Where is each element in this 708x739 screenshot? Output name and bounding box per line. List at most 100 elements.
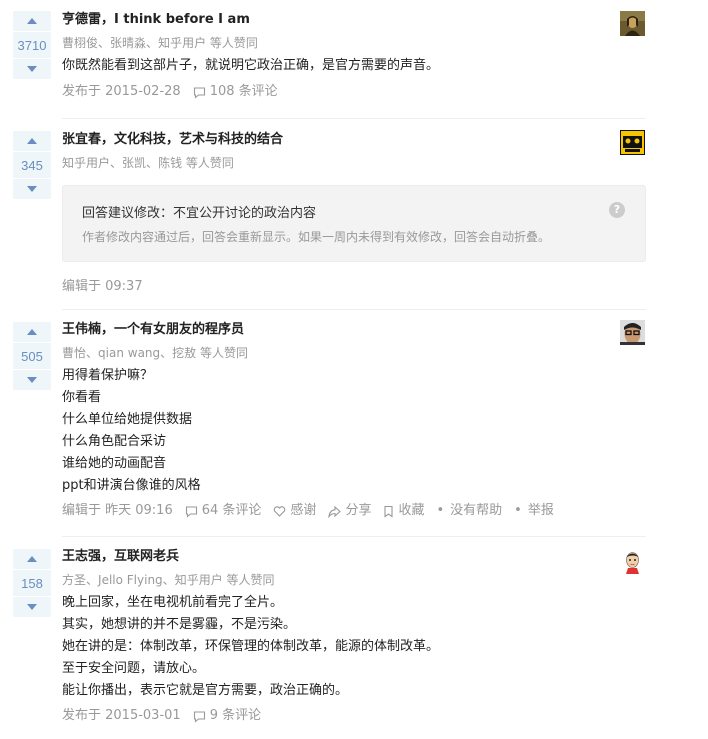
answer-divider bbox=[62, 118, 646, 119]
answer-body: 亨德雷，I think before I am 曹栩俊、张晴淼、知乎用户 等人赞… bbox=[62, 10, 646, 102]
answer-content: 晚上回家，坐在电视机前看完了全片。 其实，她想讲的并不是雾霾，不是污染。 她在讲… bbox=[62, 592, 646, 702]
voters-suffix[interactable]: 等人赞同 bbox=[200, 346, 248, 360]
mona-lisa-avatar[interactable] bbox=[620, 11, 645, 36]
author-name[interactable]: 亨德雷，I think before I am bbox=[62, 10, 646, 30]
voter-link[interactable]: 知乎用户 bbox=[158, 36, 206, 50]
down-arrow-icon bbox=[27, 604, 37, 610]
answer-content: 你既然能看到这部片子，就说明它政治正确，是官方需要的声音。 bbox=[62, 55, 646, 77]
answer-meta: 发布于 2015-03-01 9 条评论 bbox=[62, 706, 646, 726]
voter-link[interactable]: 曹怡 bbox=[62, 346, 86, 360]
glasses-man-avatar[interactable] bbox=[620, 320, 645, 345]
voters-line: 曹怡、qian wang、挖敖 等人赞同 bbox=[62, 346, 249, 360]
answer-date[interactable]: 发布于 2015-02-28 bbox=[62, 82, 181, 102]
help-icon[interactable]: ? bbox=[609, 202, 625, 218]
up-arrow-icon bbox=[27, 556, 37, 562]
answer-date[interactable]: 编辑于 昨天 09:16 bbox=[62, 501, 173, 521]
voter-link[interactable]: 张晴淼 bbox=[110, 36, 146, 50]
bookmark-icon bbox=[384, 505, 394, 518]
content-line: 你既然能看到这部片子，就说明它政治正确，是官方需要的声音。 bbox=[62, 58, 440, 73]
downvote-button[interactable] bbox=[13, 59, 51, 79]
content-line: 谁给她的动画配音 bbox=[62, 456, 167, 471]
upvote-button[interactable] bbox=[13, 549, 51, 569]
answer-divider bbox=[62, 536, 646, 537]
voter-link[interactable]: 方圣 bbox=[62, 573, 86, 587]
up-arrow-icon bbox=[27, 329, 37, 335]
vote-box: 345 bbox=[13, 131, 51, 199]
unhelpful-button[interactable]: • 没有帮助 bbox=[436, 501, 502, 521]
notice-description: 作者修改内容通过后，回答会重新显示。如果一周内未得到有效修改，回答会自动折叠。 bbox=[82, 230, 551, 244]
vote-box: 158 bbox=[13, 549, 51, 617]
down-arrow-icon bbox=[27, 66, 37, 72]
voter-link[interactable]: Jello Flying bbox=[98, 573, 163, 587]
vote-box: 505 bbox=[13, 322, 51, 390]
upvote-button[interactable] bbox=[13, 131, 51, 151]
comments-count: 64 条评论 bbox=[201, 503, 262, 518]
comments-button[interactable]: 9 条评论 bbox=[193, 706, 261, 726]
report-label: 举报 bbox=[527, 503, 554, 518]
author-name[interactable]: 王志强，互联网老兵 bbox=[62, 547, 646, 567]
voter-link[interactable]: 知乎用户 bbox=[62, 156, 110, 170]
content-line: 至于安全问题，请放心。 bbox=[62, 661, 206, 676]
author-name[interactable]: 张宜春，文化科技，艺术与科技的结合 bbox=[62, 130, 646, 150]
collect-label: 收藏 bbox=[398, 503, 425, 518]
answer-body: 王志强，互联网老兵 方圣、Jello Flying、知乎用户 等人赞同 晚上回家… bbox=[62, 547, 646, 726]
voter-link[interactable]: 挖敖 bbox=[172, 346, 196, 360]
upvote-button[interactable] bbox=[13, 11, 51, 31]
up-arrow-icon bbox=[27, 138, 37, 144]
voter-link[interactable]: 知乎用户 bbox=[175, 573, 223, 587]
voter-link[interactable]: qian wang bbox=[98, 346, 160, 360]
voter-link[interactable]: 张凯 bbox=[122, 156, 146, 170]
logo-avatar[interactable] bbox=[620, 130, 645, 155]
comments-count: 108 条评论 bbox=[209, 84, 278, 99]
voter-link[interactable]: 曹栩俊 bbox=[62, 36, 98, 50]
author-name[interactable]: 王伟楠，一个有女朋友的程序员 bbox=[62, 320, 646, 340]
report-button[interactable]: • 举报 bbox=[514, 501, 554, 521]
vote-box: 3710 bbox=[13, 11, 51, 79]
comments-button[interactable]: 108 条评论 bbox=[193, 82, 278, 102]
answer-meta: 发布于 2015-02-28 108 条评论 bbox=[62, 82, 646, 102]
voters-line: 曹栩俊、张晴淼、知乎用户 等人赞同 bbox=[62, 36, 258, 50]
voters-suffix[interactable]: 等人赞同 bbox=[210, 36, 258, 50]
vote-count: 158 bbox=[13, 570, 51, 596]
downvote-button[interactable] bbox=[13, 370, 51, 390]
answer-date[interactable]: 编辑于 09:37 bbox=[62, 277, 143, 297]
thanks-label: 感谢 bbox=[290, 503, 317, 518]
dot-separator: • bbox=[436, 503, 445, 518]
collect-button[interactable]: 收藏 bbox=[383, 501, 424, 521]
comment-icon bbox=[193, 86, 205, 99]
down-arrow-icon bbox=[27, 377, 37, 383]
down-arrow-icon bbox=[27, 186, 37, 192]
revision-notice: 回答建议修改：不宜公开讨论的政治内容 作者修改内容通过后，回答会重新显示。如果一… bbox=[62, 185, 646, 262]
answer-date[interactable]: 发布于 2015-03-01 bbox=[62, 706, 181, 726]
voters-suffix[interactable]: 等人赞同 bbox=[186, 156, 234, 170]
content-line: ppt和讲演台像谁的风格 bbox=[62, 478, 201, 493]
comments-count: 9 条评论 bbox=[209, 708, 262, 723]
upvote-button[interactable] bbox=[13, 322, 51, 342]
cartoon-man-avatar[interactable] bbox=[620, 549, 645, 574]
downvote-button[interactable] bbox=[13, 179, 51, 199]
notice-title: 回答建议修改：不宜公开讨论的政治内容 bbox=[82, 206, 317, 221]
share-button[interactable]: 分享 bbox=[328, 501, 371, 521]
answer-meta: 编辑于 09:37 bbox=[62, 277, 155, 297]
heart-icon bbox=[274, 505, 286, 517]
thanks-button[interactable]: 感谢 bbox=[273, 501, 316, 521]
content-line: 什么角色配合采访 bbox=[62, 434, 167, 449]
voters-suffix[interactable]: 等人赞同 bbox=[227, 573, 275, 587]
answer-body: 王伟楠，一个有女朋友的程序员 曹怡、qian wang、挖敖 等人赞同 用得着保… bbox=[62, 320, 646, 521]
answer-content: 用得着保护嘛？ 你看看 什么单位给她提供数据 什么角色配合采访 谁给她的动画配音… bbox=[62, 365, 646, 497]
content-line: 她在讲的是：体制改革，环保管理的体制改革，能源的体制改革。 bbox=[62, 639, 440, 654]
comment-icon bbox=[193, 710, 205, 723]
voter-link[interactable]: 陈钱 bbox=[158, 156, 182, 170]
vote-count: 505 bbox=[13, 343, 51, 369]
answer-meta: 编辑于 昨天 09:16 64 条评论 感谢 分享 收藏 • 没有帮助 • 举报 bbox=[62, 501, 646, 521]
dot-separator: • bbox=[514, 503, 522, 518]
answer-divider bbox=[62, 309, 646, 310]
content-line: 晚上回家，坐在电视机前看完了全片。 bbox=[62, 595, 284, 610]
content-line: 其实，她想讲的并不是雾霾，不是污染。 bbox=[62, 617, 297, 632]
answer-body: 张宜春，文化科技，艺术与科技的结合 知乎用户、张凯、陈钱 等人赞同 bbox=[62, 130, 646, 172]
comment-icon bbox=[185, 505, 197, 518]
downvote-button[interactable] bbox=[13, 597, 51, 617]
up-arrow-icon bbox=[27, 18, 37, 24]
comments-button[interactable]: 64 条评论 bbox=[185, 501, 262, 521]
share-label: 分享 bbox=[345, 503, 372, 518]
